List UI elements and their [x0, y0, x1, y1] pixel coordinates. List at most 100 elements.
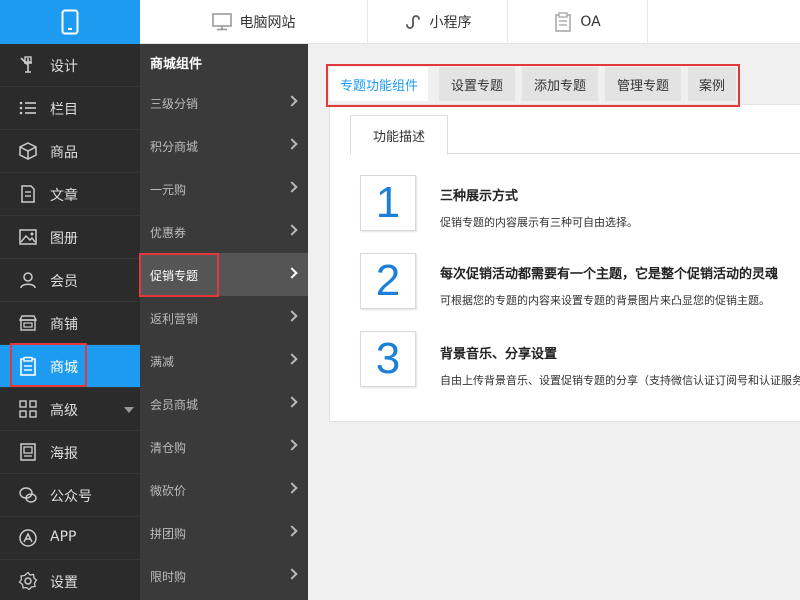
- sidebar-item-label: 高级: [50, 403, 78, 419]
- chevron-right-icon: [286, 568, 298, 580]
- chevron-right-icon: [286, 224, 298, 236]
- subbar-item-label: 促销专题: [150, 269, 199, 283]
- mobile-phone-icon: [61, 9, 79, 35]
- chevron-right-icon: [286, 482, 298, 494]
- image-icon: [19, 229, 37, 245]
- chevron-right-icon: [286, 439, 298, 451]
- subbar-item-label: 返利营销: [150, 312, 199, 326]
- chevron-right-icon: [286, 267, 298, 279]
- sidebar-item-official-account[interactable]: 公众号: [0, 474, 140, 517]
- sidebar-item-articles[interactable]: 文章: [0, 173, 140, 216]
- sidebar-item-label: 设置: [50, 575, 78, 591]
- subbar-item-label: 限时购: [150, 570, 187, 584]
- subbar-item-bargain[interactable]: 微砍价: [140, 468, 308, 511]
- mobile-site-tab[interactable]: [0, 0, 140, 44]
- chevron-right-icon: [286, 396, 298, 408]
- tab-feature-description[interactable]: 功能描述: [350, 115, 448, 155]
- chevron-right-icon: [286, 353, 298, 365]
- design-tool-icon: [20, 56, 32, 73]
- sub-sidebar: 商城组件 三级分销 积分商城 一元购 优惠券 促销专题 返利营销 满减 会员商城…: [140, 44, 308, 600]
- sub-sidebar-title: 商城组件: [150, 57, 203, 72]
- sidebar-item-products[interactable]: 商品: [0, 130, 140, 173]
- subbar-item-label: 满减: [150, 355, 175, 369]
- subbar-item-one-yuan[interactable]: 一元购: [140, 167, 308, 210]
- feature-description: 可根据您的专题的内容来设置专题的背景图片来凸显您的促销主题。: [440, 294, 770, 307]
- chevron-right-icon: [286, 181, 298, 193]
- sidebar-item-label: 设计: [50, 59, 78, 75]
- chevron-right-icon: [286, 310, 298, 322]
- main-sidebar: 设计 栏目 商品 文章 图册 会员 商铺 商城 高级 海报 公众号 APP 设置: [0, 44, 140, 600]
- sidebar-item-label: 文章: [50, 188, 78, 204]
- feature-description: 促销专题的内容展示有三种可自由选择。: [440, 216, 638, 229]
- sidebar-item-settings[interactable]: 设置: [0, 560, 140, 600]
- clipboard-icon: [555, 12, 572, 32]
- feature-description: 自由上传背景音乐、设置促销专题的分享（支持微信认证订阅号和认证服务号）: [440, 374, 800, 387]
- subbar-item-flash-sale[interactable]: 限时购: [140, 554, 308, 597]
- tab-add-topic[interactable]: 添加专题: [522, 67, 598, 101]
- feature-number-badge: 3: [360, 331, 416, 387]
- subbar-item-member-mall[interactable]: 会员商城: [140, 382, 308, 425]
- top-tab-label: 电脑网站: [239, 15, 296, 31]
- subbar-item-points-mall[interactable]: 积分商城: [140, 124, 308, 167]
- subbar-item-promotion[interactable]: 促销专题: [140, 253, 308, 296]
- list-icon: [19, 101, 36, 115]
- sidebar-item-app[interactable]: APP: [0, 517, 140, 560]
- wechat-icon: [19, 487, 37, 503]
- sidebar-item-label: 商城: [50, 360, 78, 376]
- sidebar-item-posters[interactable]: 海报: [0, 431, 140, 474]
- chevron-down-icon: [124, 407, 134, 413]
- top-tab-mini-program[interactable]: 小程序: [368, 0, 508, 44]
- mini-program-icon: [405, 15, 420, 29]
- box-icon: [19, 142, 37, 160]
- subbar-item-label: 微砍价: [150, 484, 187, 498]
- subbar-item-label: 三级分销: [150, 97, 199, 111]
- top-tab-oa[interactable]: OA: [508, 0, 648, 44]
- top-tab-label: 小程序: [429, 15, 472, 31]
- feature-number-badge: 2: [360, 253, 416, 309]
- monitor-icon: [211, 13, 232, 31]
- tab-cases[interactable]: 案例: [688, 67, 736, 101]
- sidebar-item-label: 公众号: [50, 489, 92, 505]
- sidebar-item-label: 商铺: [50, 317, 78, 333]
- sidebar-item-label: 海报: [50, 446, 78, 462]
- sidebar-item-label: 会员: [50, 274, 78, 290]
- top-tab-website[interactable]: 电脑网站: [140, 0, 368, 44]
- subbar-item-distribution[interactable]: 三级分销: [140, 81, 308, 124]
- gear-icon: [18, 571, 38, 591]
- subbar-item-rebate[interactable]: 返利营销: [140, 296, 308, 339]
- sidebar-item-label: 栏目: [50, 102, 78, 118]
- subbar-item-group-buy[interactable]: 拼团购: [140, 511, 308, 554]
- chevron-right-icon: [286, 138, 298, 150]
- store-icon: [18, 315, 38, 331]
- sidebar-item-mall[interactable]: 商城: [0, 345, 140, 388]
- sidebar-item-shops[interactable]: 商铺: [0, 302, 140, 345]
- subbar-item-label: 积分商城: [150, 140, 199, 154]
- sidebar-item-design[interactable]: 设计: [0, 44, 140, 87]
- sidebar-item-label: 图册: [50, 231, 78, 247]
- subbar-item-clearance[interactable]: 清仓购: [140, 425, 308, 468]
- top-tab-label: OA: [580, 14, 601, 30]
- document-icon: [21, 185, 35, 203]
- top-bar: 电脑网站 小程序 OA: [0, 0, 800, 44]
- sidebar-item-members[interactable]: 会员: [0, 259, 140, 302]
- subbar-item-coupons[interactable]: 优惠券: [140, 210, 308, 253]
- subbar-item-label: 优惠券: [150, 226, 187, 240]
- feature-title: 每次促销活动都需要有一个主题，它是整个促销活动的灵魂: [440, 267, 779, 282]
- poster-icon: [20, 443, 36, 461]
- sidebar-item-gallery[interactable]: 图册: [0, 216, 140, 259]
- feature-title: 背景音乐、分享设置: [440, 347, 558, 362]
- tab-set-topic[interactable]: 设置专题: [439, 67, 515, 101]
- tab-topic-components[interactable]: 专题功能组件: [330, 67, 428, 101]
- feature-number-badge: 1: [360, 175, 416, 231]
- chevron-right-icon: [286, 525, 298, 537]
- tab-manage-topic[interactable]: 管理专题: [605, 67, 681, 101]
- subbar-item-label: 一元购: [150, 183, 187, 197]
- chevron-right-icon: [286, 95, 298, 107]
- subbar-item-label: 拼团购: [150, 527, 187, 541]
- sidebar-item-label: 商品: [50, 145, 78, 161]
- subbar-item-label: 会员商城: [150, 398, 199, 412]
- grid-icon: [19, 400, 37, 418]
- sidebar-item-advanced[interactable]: 高级: [0, 388, 140, 431]
- sidebar-item-columns[interactable]: 栏目: [0, 87, 140, 130]
- subbar-item-full-reduction[interactable]: 满减: [140, 339, 308, 382]
